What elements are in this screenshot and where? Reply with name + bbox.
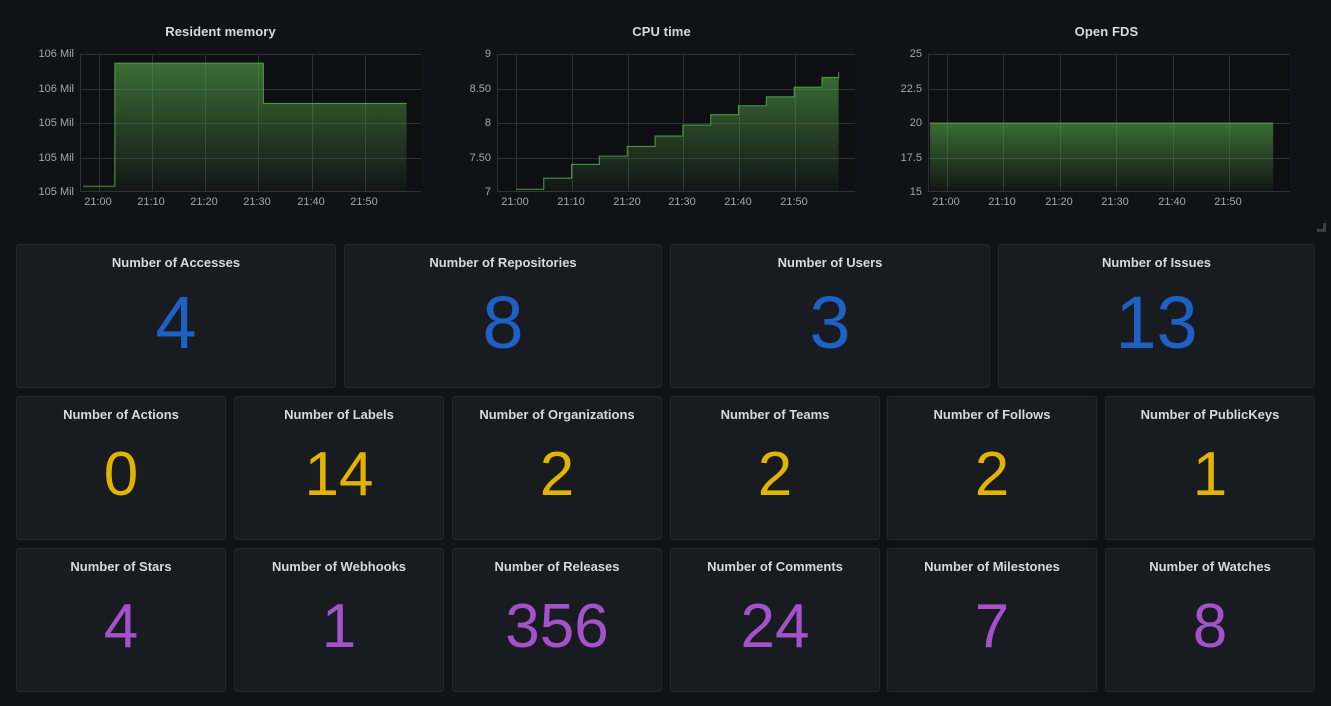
stat-panel[interactable]: Number of Milestones 7	[887, 548, 1097, 692]
x-axis: 21:00 21:10 21:20 21:30 21:40 21:50	[497, 194, 855, 214]
y-axis-tick-label: 7.50	[469, 151, 491, 164]
y-axis-tick-label: 105 Mil	[38, 186, 74, 198]
plot-wrapper: 7 7.50 8 8.50 9 21:00 21:10 21:20 21:30 21:40 21:5…	[441, 48, 882, 234]
x-axis-tick-label: 21:30	[1101, 196, 1129, 208]
x-axis-tick-label: 21:40	[724, 196, 752, 208]
plot-area[interactable]	[497, 54, 855, 192]
stat-panel[interactable]: Number of Issues 13	[998, 244, 1315, 388]
x-axis-tick-label: 21:30	[668, 196, 696, 208]
y-axis-tick-label: 15	[909, 186, 922, 198]
stat-panel-value: 24	[740, 592, 810, 661]
y-axis: 7 7.50 8 8.50 9	[441, 48, 497, 198]
y-axis-tick-label: 7	[484, 186, 491, 198]
x-axis-tick-label: 21:50	[350, 196, 378, 208]
stat-panel[interactable]: Number of Releases 356	[452, 548, 662, 692]
stat-panel-value: 1	[1192, 440, 1228, 509]
stat-panel-value: 2	[539, 440, 575, 509]
stat-panel-value: 0	[103, 440, 139, 509]
stat-panel[interactable]: Number of Webhooks 1	[234, 548, 444, 692]
y-axis: 105 Mil 105 Mil 105 Mil 106 Mil 106 Mil	[0, 48, 80, 198]
series-area-fill	[83, 63, 407, 192]
panel-resize-handle[interactable]	[1317, 223, 1326, 232]
series-area-fill	[515, 71, 839, 192]
x-axis-tick-label: 21:10	[137, 196, 165, 208]
x-axis-tick-label: 21:20	[190, 196, 218, 208]
x-axis-tick-label: 21:50	[1214, 196, 1242, 208]
series-area-fill	[930, 123, 1274, 192]
x-axis-tick-label: 21:10	[557, 196, 585, 208]
series-graphics	[930, 122, 1274, 192]
stat-panel[interactable]: Number of Users 3	[670, 244, 990, 388]
graph-panel[interactable]: CPU time 7 7.50 8 8.50 9 21:00 21:10 21:20 21:30 2…	[441, 0, 882, 236]
y-axis-tick-label: 20	[909, 117, 922, 129]
series-graphics	[83, 62, 407, 192]
graph-panel[interactable]: Resident memory 105 Mil 105 Mil 105 Mil 106 …	[0, 0, 441, 236]
plot-wrapper: 105 Mil 105 Mil 105 Mil 106 Mil 106 Mil 21:00…	[0, 48, 441, 234]
stat-panel[interactable]: Number of Labels 14	[234, 396, 444, 540]
y-axis-tick-label: 9	[484, 48, 491, 60]
x-axis-tick-label: 21:40	[1158, 196, 1186, 208]
stat-panel-value: 356	[505, 592, 609, 661]
stat-panel[interactable]: Number of Actions 0	[16, 396, 226, 540]
stat-panel[interactable]: Number of Stars 4	[16, 548, 226, 692]
stat-panel-value: 1	[321, 592, 357, 661]
x-axis-tick-label: 21:10	[988, 196, 1016, 208]
y-axis-tick-label: 8	[484, 117, 491, 129]
x-axis-tick-label: 21:40	[297, 196, 325, 208]
stat-panel-value: 2	[757, 440, 793, 509]
y-axis-tick-label: 22.5	[900, 82, 922, 95]
graph-panel-title: Open FDS	[1074, 24, 1139, 39]
series-graphics	[515, 71, 840, 192]
plot-wrapper: 15 17.5 20 22.5 25 21:00 21:10 21:20 21:30 21:40 2…	[882, 48, 1331, 234]
stat-panel[interactable]: Number of Comments 24	[670, 548, 880, 692]
y-axis: 15 17.5 20 22.5 25	[882, 48, 928, 198]
y-axis-tick-label: 8.50	[469, 82, 491, 95]
stat-panel-value: 4	[103, 592, 139, 661]
x-axis-tick-label: 21:00	[932, 196, 960, 208]
x-axis-tick-label: 21:30	[243, 196, 271, 208]
y-axis-tick-label: 17.5	[900, 151, 922, 164]
stat-panel[interactable]: Number of Organizations 2	[452, 396, 662, 540]
stat-panel-value: 2	[974, 440, 1010, 509]
stat-panel-value: 14	[304, 440, 374, 509]
x-axis-tick-label: 21:20	[1045, 196, 1073, 208]
stat-panel[interactable]: Number of Repositories 8	[344, 244, 662, 388]
grafana-dashboard: Resident memory 105 Mil 105 Mil 105 Mil 106 …	[0, 0, 1331, 706]
y-axis-tick-label: 106 Mil	[38, 48, 74, 60]
plot-area[interactable]	[80, 54, 421, 192]
x-axis-tick-label: 21:00	[501, 196, 529, 208]
stat-panel[interactable]: Number of Follows 2	[887, 396, 1097, 540]
stat-panel-value: 4	[155, 281, 197, 364]
x-axis-tick-label: 21:20	[613, 196, 641, 208]
x-axis-tick-label: 21:50	[780, 196, 808, 208]
stat-panel-value: 7	[974, 592, 1010, 661]
graph-panel[interactable]: Open FDS 15 17.5 20 22.5 25 21:00 21:10 21:20 21:…	[882, 0, 1331, 236]
stat-panel[interactable]: Number of Teams 2	[670, 396, 880, 540]
graph-panel-row: Resident memory 105 Mil 105 Mil 105 Mil 106 …	[0, 0, 1331, 236]
stat-panel-value: 13	[1115, 281, 1198, 364]
x-axis-tick-label: 21:00	[84, 196, 112, 208]
stat-panel[interactable]: Number of Watches 8	[1105, 548, 1315, 692]
stat-panel-value: 3	[809, 281, 851, 364]
stat-panel[interactable]: Number of PublicKeys 1	[1105, 396, 1315, 540]
graph-panel-title: Resident memory	[165, 24, 276, 39]
stat-panel-value: 8	[1192, 592, 1228, 661]
stat-panel-value: 8	[482, 281, 524, 364]
x-axis: 21:00 21:10 21:20 21:30 21:40 21:50	[928, 194, 1290, 214]
y-axis-tick-label: 105 Mil	[38, 117, 74, 129]
plot-area[interactable]	[928, 54, 1290, 192]
y-axis-tick-label: 105 Mil	[38, 151, 74, 164]
graph-panel-title: CPU time	[632, 24, 691, 39]
y-axis-tick-label: 25	[909, 48, 922, 60]
y-axis-tick-label: 106 Mil	[38, 82, 74, 95]
x-axis: 21:00 21:10 21:20 21:30 21:40 21:50	[80, 194, 421, 214]
stat-panel[interactable]: Number of Accesses 4	[16, 244, 336, 388]
